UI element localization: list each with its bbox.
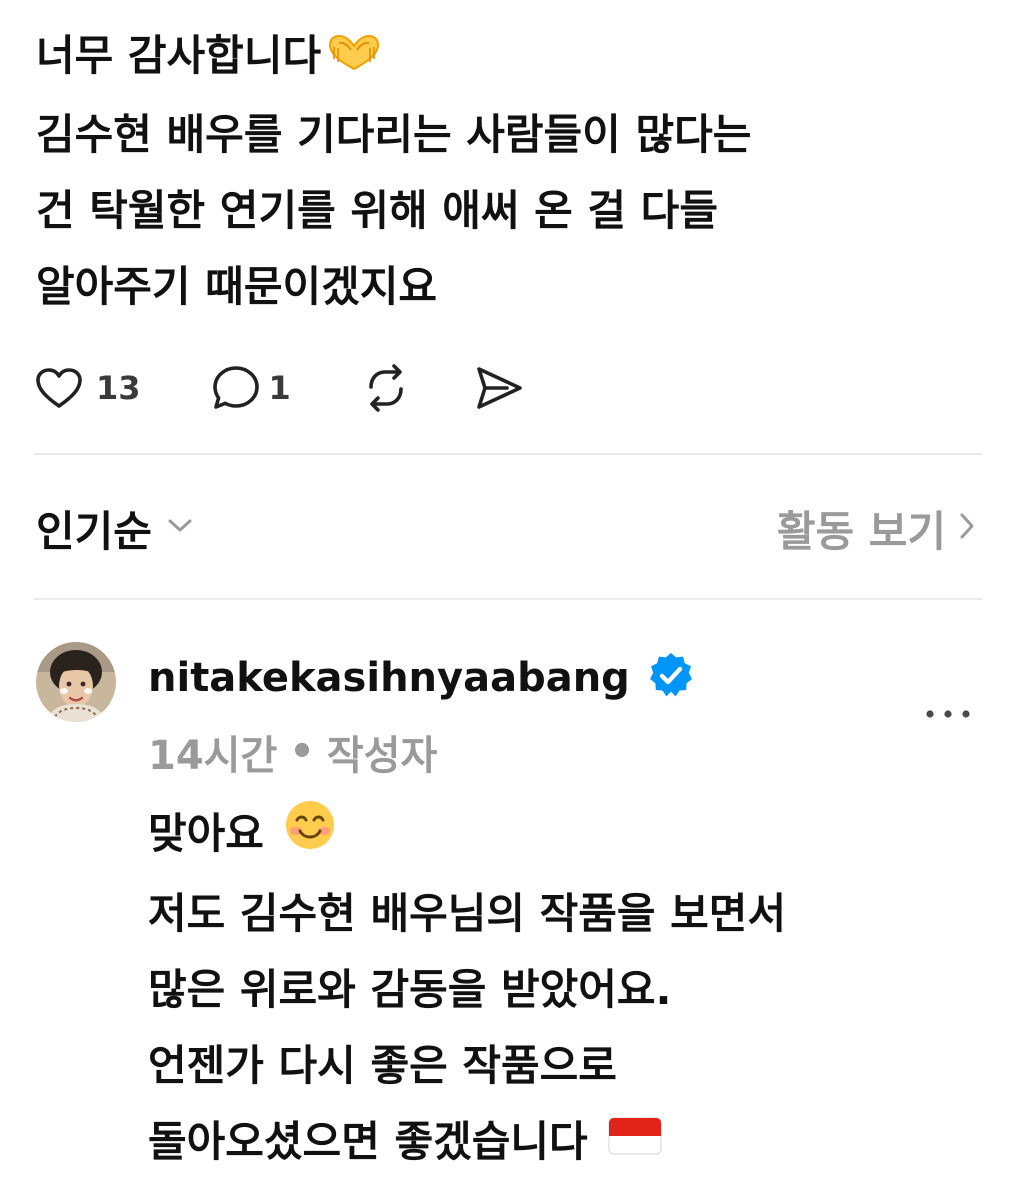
post-line-3: 건 탁월한 연기를 위해 애써 온 걸 다들 [36,185,718,235]
post-line-1: 너무 감사합니다 [36,18,986,97]
post-line-1-text: 너무 감사합니다 [36,31,322,80]
chevron-down-icon [166,517,194,539]
meta-separator: • [289,729,315,775]
post-actions: 13 1 [34,360,525,416]
repost-icon [361,363,411,413]
heart-hands-emoji [325,21,383,97]
reply-line-2: 저도 김수현 배우님의 작품을 보면서 [148,888,787,938]
reply-meta: 14시간 • 작성자 [148,722,437,782]
like-button[interactable]: 13 [34,366,141,410]
divider [34,598,982,600]
verified-badge-icon [646,651,696,705]
heart-icon [34,366,84,410]
post-line-2: 김수현 배우를 기다리는 사람들이 많다는 [36,109,752,159]
reply-line-4: 언젠가 다시 좋은 작품으로 [148,1040,617,1090]
like-count: 13 [96,369,141,407]
reply-body: 맞아요 저도 김수현 배우님의 작품을 보면서 많은 위로와 감동을 받았어요.… [148,796,978,1182]
sort-dropdown[interactable]: 인기순 [36,496,194,560]
reply-button[interactable]: 1 [211,364,291,412]
chevron-right-icon [958,511,976,545]
avatar[interactable] [36,642,116,722]
share-button[interactable] [473,364,525,412]
more-options-icon [920,710,976,738]
send-icon [473,364,525,412]
indonesia-flag-emoji [606,1106,664,1182]
more-options-button[interactable] [920,694,976,734]
post-line-4: 알아주기 때문이겠지요 [36,261,438,311]
author-label: 작성자 [326,733,438,779]
reply-line-5-text: 돌아오셨으면 좋겠습니다 [148,1116,588,1166]
view-activity-button[interactable]: 활동 보기 [777,496,976,560]
reply-line-1-text: 맞아요 [148,809,264,858]
repost-button[interactable] [361,363,411,413]
timestamp: 14시간 [148,733,278,779]
reply-line-5: 돌아오셨으면 좋겠습니다 [148,1104,978,1183]
sort-bar: 인기순 활동 보기 [36,496,976,560]
activity-label: 활동 보기 [776,506,946,556]
comment-icon [211,364,261,412]
divider [34,453,982,455]
reply-line-1: 맞아요 [148,796,978,876]
reply-header: nitakekasihnyaabang [148,648,696,708]
smiling-face-emoji [283,798,337,876]
post-body: 너무 감사합니다 김수현 배우를 기다리는 사람들이 많다는 건 탁월한 연기를… [36,18,986,325]
sort-label: 인기순 [36,506,152,556]
reply-count: 1 [268,369,291,407]
reply-line-3: 많은 위로와 감동을 받았어요. [148,964,672,1014]
username[interactable]: nitakekasihnyaabang [148,655,630,701]
